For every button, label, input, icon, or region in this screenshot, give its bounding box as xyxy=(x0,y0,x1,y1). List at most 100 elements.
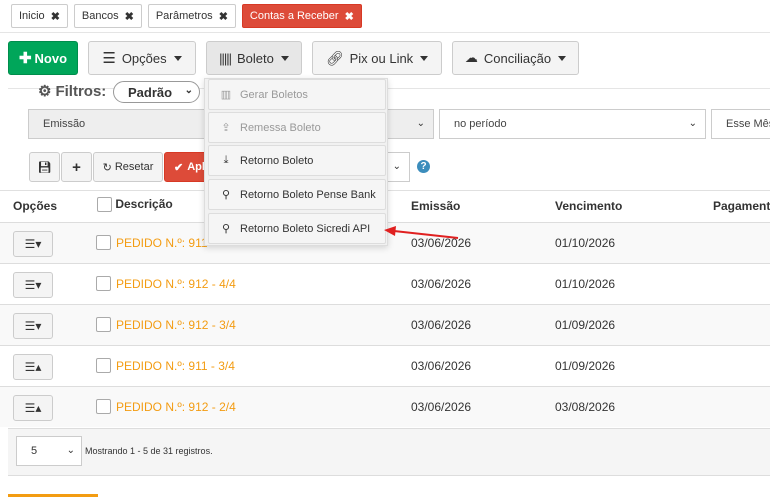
caret-down-icon xyxy=(420,55,429,61)
filters-title: ⚙ Filtros: xyxy=(38,82,107,101)
range-select[interactable]: Esse Mês xyxy=(711,109,770,139)
apply-label: Apl xyxy=(187,161,205,173)
tab-label: Contas a Receber xyxy=(249,10,339,22)
menu-caret-icon: ☰▾ xyxy=(24,319,42,333)
row-checkbox[interactable] xyxy=(96,317,111,332)
filters-label: Filtros: xyxy=(55,82,107,100)
tab-inicio[interactable]: Inicio ✖ xyxy=(11,4,68,28)
page-size-select[interactable]: 5 ⌄ xyxy=(16,436,82,466)
barcode-icon: ||||| xyxy=(219,50,232,66)
date-field-value: Emissão xyxy=(43,118,86,130)
add-filter-button[interactable]: + xyxy=(61,152,92,182)
tab-bancos[interactable]: Bancos ✖ xyxy=(73,4,142,28)
gear-icon: ⚙ xyxy=(38,83,52,100)
menu-item-label: Retorno Boleto Sicredi API xyxy=(240,222,371,235)
reset-button[interactable]: ↻ Resetar xyxy=(93,152,163,182)
row-options-button[interactable]: ☰▾ xyxy=(13,272,53,298)
row-emissao: 03/06/2026 xyxy=(411,277,472,291)
close-icon[interactable]: ✖ xyxy=(125,10,134,23)
menu-caret-up-icon: ☰▴ xyxy=(24,360,42,374)
row-vencimento: 01/10/2026 xyxy=(555,277,616,291)
opcoes-button[interactable]: ☰ Opções xyxy=(88,41,196,75)
caret-down-icon xyxy=(558,55,567,61)
menu-caret-up-icon: ☰▴ xyxy=(24,401,42,415)
row-vencimento: 01/09/2026 xyxy=(555,359,616,373)
row-description-link[interactable]: PEDIDO N.º: 912 - 2/4 xyxy=(116,400,236,414)
menu-item-label: Gerar Boletos xyxy=(240,88,308,101)
conciliacao-label: Conciliação xyxy=(483,50,552,66)
plus-icon: + xyxy=(72,158,81,176)
tab-contas-a-receber[interactable]: Contas a Receber ✖ xyxy=(241,4,362,28)
menu-item-retorno-sicredi-api[interactable]: ⚲ Retorno Boleto Sicredi API xyxy=(208,213,386,244)
upload-icon: ⇪ xyxy=(221,122,231,134)
column-header-opcoes: Opções xyxy=(13,199,58,213)
conciliacao-button[interactable]: ☁ Conciliação xyxy=(452,41,579,75)
barcode-icon: ▥ xyxy=(220,89,232,101)
close-icon[interactable]: ✖ xyxy=(345,10,354,23)
tab-label: Parâmetros xyxy=(155,10,213,22)
row-options-button[interactable]: ☰▴ xyxy=(13,395,53,421)
row-description-link[interactable]: PEDIDO N.º: 911 xyxy=(116,236,208,250)
preset-value: Padrão xyxy=(128,84,173,100)
period-select[interactable]: no período ⌄ xyxy=(439,109,706,139)
download-icon: ⤓ xyxy=(223,154,229,166)
preset-select[interactable]: Padrão ⌄ xyxy=(113,81,200,103)
check-icon: ✔ xyxy=(174,161,184,174)
close-icon[interactable]: ✖ xyxy=(51,10,60,23)
tab-parametros[interactable]: Parâmetros ✖ xyxy=(147,4,236,28)
save-filter-button[interactable]: 💾︎ xyxy=(29,152,60,182)
column-header-descricao: Descrição xyxy=(97,197,173,213)
caret-down-icon xyxy=(280,55,289,61)
table-row: ☰▴ PEDIDO N.º: 912 - 2/4 03/06/2026 03/0… xyxy=(0,386,770,427)
row-options-button[interactable]: ☰▾ xyxy=(13,231,53,257)
row-emissao: 03/06/2026 xyxy=(411,400,472,414)
chevron-down-icon: ⌄ xyxy=(66,445,75,456)
pix-button[interactable]: 🔗︎ Pix ou Link xyxy=(312,41,442,75)
link-icon: 🔗︎ xyxy=(325,49,344,66)
chevron-down-icon: ⌄ xyxy=(392,161,401,172)
column-header-label: Descrição xyxy=(115,197,173,211)
row-description-link[interactable]: PEDIDO N.º: 911 - 3/4 xyxy=(116,359,235,373)
reset-label: Resetar xyxy=(114,161,154,173)
column-header-pagamento: Pagament xyxy=(713,199,770,213)
menu-item-retorno-pense-bank[interactable]: ⚲ Retorno Boleto Pense Bank xyxy=(208,179,386,210)
search-icon: ⚲ xyxy=(221,189,231,201)
row-checkbox[interactable] xyxy=(96,276,111,291)
menu-item-retorno-boleto[interactable]: ⤓ Retorno Boleto xyxy=(208,145,386,176)
row-description-link[interactable]: PEDIDO N.º: 912 - 3/4 xyxy=(116,318,236,332)
menu-item-label: Retorno Boleto xyxy=(240,154,314,167)
table-row: ☰▾ PEDIDO N.º: 912 - 3/4 03/06/2026 01/0… xyxy=(0,304,770,345)
row-checkbox[interactable] xyxy=(96,399,111,414)
chevron-down-icon: ⌄ xyxy=(416,118,425,129)
row-emissao: 03/06/2026 xyxy=(411,359,472,373)
row-vencimento: 03/08/2026 xyxy=(555,400,616,414)
tab-bar: Inicio ✖ Bancos ✖ Parâmetros ✖ Contas a Rec… xyxy=(11,4,362,28)
range-value: Esse Mês xyxy=(726,118,770,130)
search-icon: ⚲ xyxy=(221,223,231,235)
menu-item-gerar-boletos[interactable]: ▥ Gerar Boletos xyxy=(208,79,386,110)
row-checkbox[interactable] xyxy=(96,235,111,250)
opcoes-label: Opções xyxy=(121,50,167,66)
row-description-link[interactable]: PEDIDO N.º: 912 - 4/4 xyxy=(116,277,236,291)
pagination-info: Mostrando 1 - 5 de 31 registros. xyxy=(85,446,213,456)
row-options-button[interactable]: ☰▾ xyxy=(13,313,53,339)
close-icon[interactable]: ✖ xyxy=(219,10,228,23)
menu-icon: ☰ xyxy=(102,50,116,67)
pix-label: Pix ou Link xyxy=(349,50,414,66)
plus-icon: ✚ xyxy=(18,50,32,67)
tab-label: Bancos xyxy=(81,10,119,22)
help-icon[interactable]: ? xyxy=(417,160,430,173)
page-size-value: 5 xyxy=(31,445,38,457)
boleto-button[interactable]: ||||| Boleto xyxy=(206,41,302,75)
menu-item-remessa-boleto[interactable]: ⇪ Remessa Boleto xyxy=(208,112,386,143)
row-vencimento: 01/09/2026 xyxy=(555,318,616,332)
select-all-checkbox[interactable] xyxy=(97,197,112,213)
novo-button[interactable]: ✚ Novo xyxy=(8,41,78,75)
table-row: ☰▾ PEDIDO N.º: 912 - 4/4 03/06/2026 01/1… xyxy=(0,263,770,304)
floppy-icon: 💾︎ xyxy=(37,161,52,174)
divider xyxy=(0,32,770,33)
row-options-button[interactable]: ☰▴ xyxy=(13,354,53,380)
boleto-dropdown-menu: ▥ Gerar Boletos ⇪ Remessa Boleto ⤓ Retorno … xyxy=(204,78,388,246)
menu-caret-icon: ☰▾ xyxy=(24,278,42,292)
row-checkbox[interactable] xyxy=(96,358,111,373)
